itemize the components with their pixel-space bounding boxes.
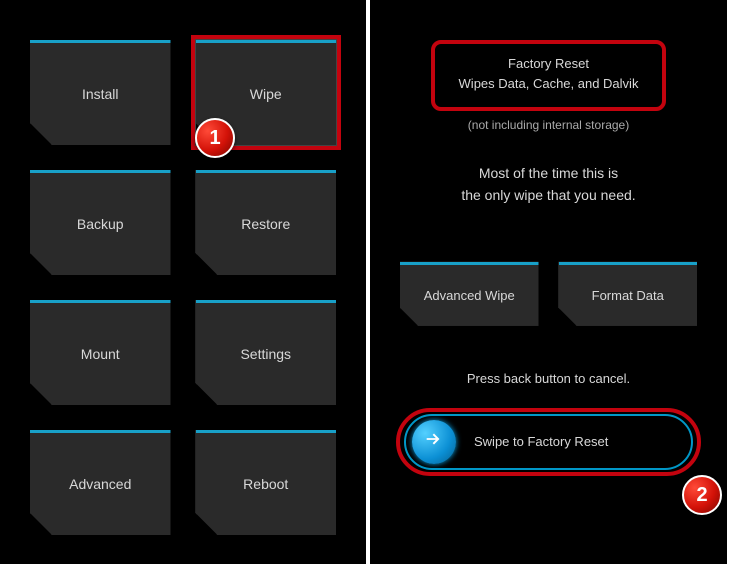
- annotation-badge-1: 1: [195, 118, 235, 158]
- swipe-to-factory-reset-slider[interactable]: Swipe to Factory Reset: [404, 414, 693, 470]
- tile-label: Backup: [77, 216, 124, 232]
- annotation-badge-2: 2: [682, 475, 722, 515]
- advanced-wipe-button[interactable]: Advanced Wipe: [400, 262, 539, 326]
- info-line-1: Most of the time this is: [400, 162, 697, 184]
- tile-label: Advanced: [69, 476, 131, 492]
- arrow-right-icon: [423, 428, 445, 455]
- tile-label: Settings: [240, 346, 291, 362]
- wipe-info: Most of the time this is the only wipe t…: [400, 162, 697, 207]
- advanced-tile[interactable]: Advanced: [30, 430, 171, 535]
- slider-knob[interactable]: [412, 420, 456, 464]
- button-label: Advanced Wipe: [424, 288, 515, 303]
- format-data-button[interactable]: Format Data: [559, 262, 698, 326]
- tile-label: Install: [82, 86, 119, 102]
- main-menu-grid: Install Wipe Backup Restore Mount Settin…: [30, 40, 336, 535]
- tile-label: Reboot: [243, 476, 288, 492]
- tile-label: Wipe: [250, 86, 282, 102]
- mount-tile[interactable]: Mount: [30, 300, 171, 405]
- main-menu-panel: Install Wipe Backup Restore Mount Settin…: [0, 0, 370, 564]
- settings-tile[interactable]: Settings: [196, 300, 337, 405]
- reboot-tile[interactable]: Reboot: [196, 430, 337, 535]
- wipe-panel: Factory Reset Wipes Data, Cache, and Dal…: [370, 0, 727, 564]
- header-subtitle: Wipes Data, Cache, and Dalvik: [445, 74, 652, 94]
- tile-label: Mount: [81, 346, 120, 362]
- wipe-options-grid: Advanced Wipe Format Data: [400, 262, 697, 326]
- swipe-slider-wrap: Swipe to Factory Reset: [404, 414, 693, 470]
- header-title: Factory Reset: [445, 54, 652, 74]
- factory-reset-header: Factory Reset Wipes Data, Cache, and Dal…: [431, 40, 666, 111]
- info-line-2: the only wipe that you need.: [400, 184, 697, 206]
- tile-label: Restore: [241, 216, 290, 232]
- button-label: Format Data: [592, 288, 664, 303]
- back-note: Press back button to cancel.: [400, 371, 697, 386]
- install-tile[interactable]: Install: [30, 40, 171, 145]
- restore-tile[interactable]: Restore: [196, 170, 337, 275]
- backup-tile[interactable]: Backup: [30, 170, 171, 275]
- slider-label: Swipe to Factory Reset: [474, 434, 608, 449]
- header-note: (not including internal storage): [400, 118, 697, 132]
